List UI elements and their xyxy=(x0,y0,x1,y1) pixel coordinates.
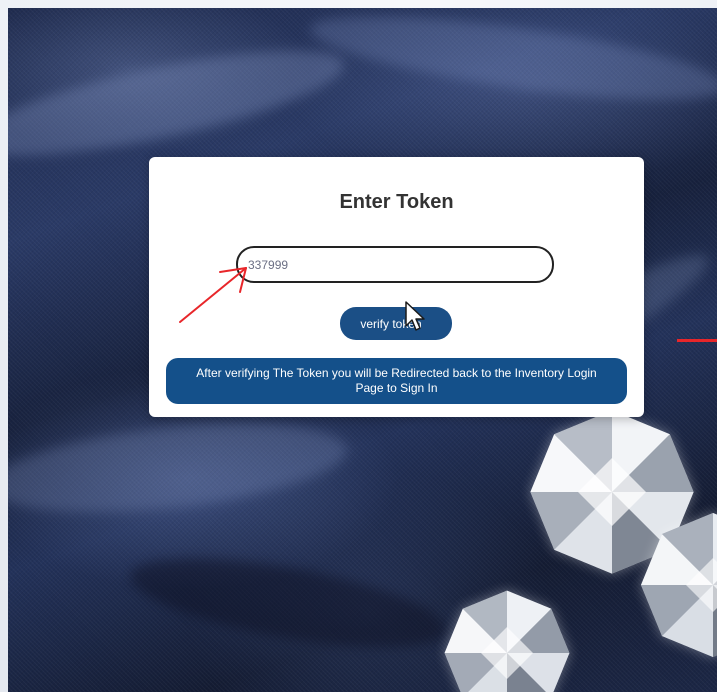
screen: Enter Token verify token After verifying… xyxy=(0,0,717,692)
diamond-image xyxy=(641,513,717,657)
mouse-pointer-icon xyxy=(405,301,425,331)
card-title: Enter Token xyxy=(339,191,454,213)
diamond-image xyxy=(444,590,570,692)
annotation-red-line xyxy=(677,339,717,342)
red-arrow-icon xyxy=(179,267,247,323)
info-banner: After verifying The Token you will be Re… xyxy=(166,358,627,404)
verify-token-button[interactable]: verify token xyxy=(340,307,452,340)
frame-edge-left xyxy=(0,0,8,692)
frame-edge-top xyxy=(0,0,717,8)
token-input[interactable] xyxy=(236,246,554,283)
